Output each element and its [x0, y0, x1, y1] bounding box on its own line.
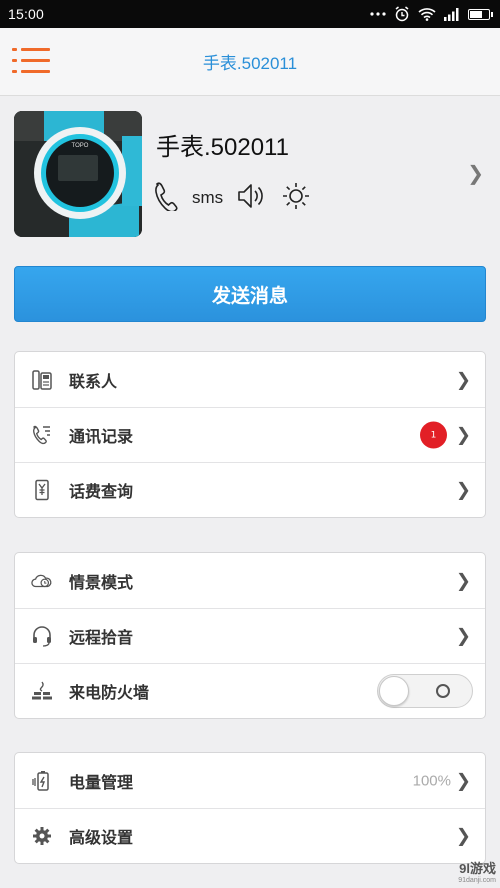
gear-icon — [31, 825, 53, 847]
chevron-right-icon: ❯ — [455, 570, 471, 591]
app-header: 手表.502011 — [0, 28, 500, 96]
status-bar: 15:00 — [0, 0, 500, 28]
balance-query-row[interactable]: 话费查询 ❯ — [15, 462, 485, 517]
call-firewall-row: 来电防火墙 — [15, 663, 485, 718]
row-label: 通讯记录 — [69, 427, 134, 446]
row-label: 远程拾音 — [69, 628, 134, 647]
more-dots-icon — [370, 11, 386, 17]
row-label: 电量管理 — [69, 772, 134, 792]
device-actions: sms — [152, 181, 311, 215]
call-log-icon — [31, 424, 53, 446]
scene-mode-icon — [31, 570, 53, 592]
chevron-right-icon: ❯ — [455, 424, 471, 446]
phone-book-icon — [31, 369, 53, 391]
firewall-icon — [31, 680, 53, 702]
firewall-toggle[interactable] — [377, 674, 473, 708]
page-title: 手表.502011 — [202, 54, 298, 73]
bill-icon — [31, 479, 53, 501]
wifi-icon — [418, 7, 436, 21]
device-card[interactable]: TOPO 手表.502011 sms ❯ — [0, 97, 500, 255]
alarm-icon — [394, 6, 410, 22]
signal-icon — [444, 7, 460, 21]
chevron-right-icon: ❯ — [455, 479, 471, 501]
call-button[interactable] — [152, 181, 178, 215]
settings-group-modes: 情景模式 ❯ 远程拾音 ❯ 来电防火墙 — [14, 552, 486, 719]
status-icons — [370, 6, 493, 22]
sms-button[interactable]: sms — [192, 188, 223, 208]
advanced-settings-row[interactable]: 高级设置 ❯ — [15, 808, 485, 863]
row-label: 话费查询 — [69, 482, 134, 501]
toggle-knob — [379, 676, 409, 706]
call-log-row[interactable]: 通讯记录 1 ❯ — [15, 407, 485, 462]
row-label: 来电防火墙 — [69, 683, 150, 702]
row-label: 高级设置 — [69, 828, 134, 847]
device-name: 手表.502011 — [156, 134, 289, 161]
contacts-row[interactable]: 联系人 ❯ — [15, 352, 485, 407]
status-time: 15:00 — [8, 6, 45, 22]
row-label: 情景模式 — [69, 572, 134, 592]
battery-level-value: 100% — [412, 772, 451, 789]
phone-icon — [152, 181, 178, 215]
watermark-url: 91danji.com — [458, 877, 496, 884]
notification-badge: 1 — [420, 421, 447, 449]
site-watermark: 9l游戏 91danji.com — [458, 858, 496, 884]
brightness-button[interactable] — [281, 181, 311, 215]
battery-charge-icon — [31, 770, 53, 792]
device-photo: TOPO — [14, 111, 142, 237]
row-label: 联系人 — [69, 371, 118, 391]
volume-button[interactable] — [237, 182, 267, 214]
watermark-logo: 9l游戏 — [459, 861, 496, 876]
headset-icon — [31, 625, 53, 647]
watch-brand-text: TOPO — [72, 143, 89, 149]
settings-group-communication: 联系人 ❯ 通讯记录 1 ❯ 话费查询 ❯ — [14, 351, 486, 518]
chevron-right-icon: ❯ — [455, 625, 471, 647]
chevron-right-icon: ❯ — [455, 825, 471, 847]
scene-mode-row[interactable]: 情景模式 ❯ — [15, 553, 485, 608]
remote-listen-row[interactable]: 远程拾音 ❯ — [15, 608, 485, 663]
sun-icon — [281, 181, 311, 215]
chevron-right-icon: ❯ — [455, 369, 471, 390]
toggle-off-icon — [436, 684, 450, 698]
power-management-row[interactable]: 电量管理 100% ❯ — [15, 753, 485, 808]
chevron-right-icon[interactable]: ❯ — [467, 161, 484, 185]
send-message-button[interactable]: 发送消息 — [14, 266, 486, 322]
settings-group-system: 电量管理 100% ❯ 高级设置 ❯ — [14, 752, 486, 864]
battery-icon — [468, 8, 493, 20]
speaker-icon — [237, 182, 267, 214]
menu-icon[interactable] — [12, 46, 50, 76]
chevron-right-icon: ❯ — [455, 770, 471, 791]
